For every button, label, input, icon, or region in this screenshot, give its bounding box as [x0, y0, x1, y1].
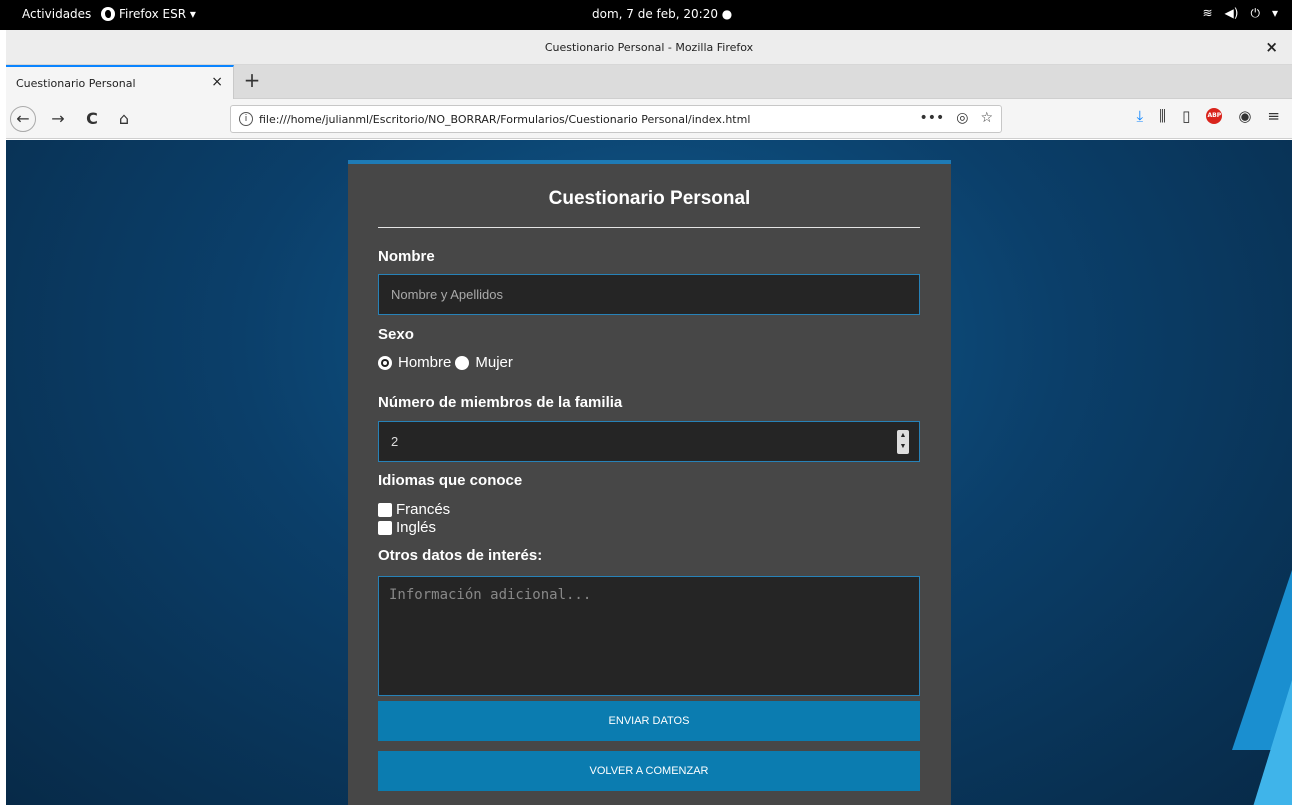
pocket-icon[interactable]: ◎ [956, 110, 968, 126]
radio-hombre[interactable] [378, 355, 392, 370]
radio-mujer-label: Mujer [475, 354, 513, 371]
textarea-placeholder: Información adicional... [389, 587, 592, 603]
sex-label: Sexo [378, 326, 414, 343]
name-placeholder: Nombre y Apellidos [391, 287, 503, 302]
window-titlebar: Cuestionario Personal - Mozilla Firefox … [6, 30, 1292, 65]
window-title: Cuestionario Personal - Mozilla Firefox [544, 41, 754, 54]
account-icon[interactable]: ◉ [1238, 107, 1251, 125]
checkbox-ingles-label: Inglés [396, 519, 437, 536]
hamburger-menu-icon[interactable]: ≡ [1267, 107, 1280, 125]
system-top-bar: Actividades Firefox ESR ▾ dom, 7 de feb,… [0, 0, 1292, 30]
library-icon[interactable]: ⫼ [1159, 107, 1166, 125]
number-spinner[interactable]: ▲ ▼ [897, 430, 909, 454]
tab-strip: Cuestionario Personal × + [6, 65, 1292, 99]
app-menu[interactable]: Firefox ESR ▾ [101, 7, 196, 21]
toolbar-icons: ⤓ ⫼ ▯ ABP ◉ ≡ [1137, 107, 1280, 125]
family-number-input[interactable]: 2 ▲ ▼ [378, 421, 920, 462]
system-tray[interactable]: ≋ ◀) ⏻ ▾ [1202, 6, 1278, 21]
wifi-icon: ≋ [1202, 6, 1213, 20]
page-actions: ••• ◎ ☆ [919, 110, 993, 126]
download-icon[interactable]: ⤓ [1137, 107, 1144, 125]
tab-label: Cuestionario Personal [16, 77, 136, 90]
reset-button[interactable]: VOLVER A COMENZAR [378, 751, 920, 791]
forward-button[interactable]: → [46, 107, 70, 131]
info-icon[interactable]: i [239, 112, 253, 126]
form-title: Cuestionario Personal [548, 188, 751, 209]
additional-info-textarea[interactable]: Información adicional... [378, 576, 920, 696]
window-close-button[interactable]: × [1265, 38, 1278, 56]
radio-mujer[interactable] [455, 355, 470, 370]
tab-close-icon[interactable]: × [211, 74, 223, 90]
radio-hombre-label: Hombre [398, 354, 452, 371]
family-label: Número de miembros de la familia [378, 394, 623, 411]
bookmark-star-icon[interactable]: ☆ [980, 110, 993, 126]
checkbox-frances[interactable] [378, 502, 392, 517]
checkbox-row-ingles: Inglés [378, 519, 436, 536]
submit-button[interactable]: ENVIAR DATOS [378, 701, 920, 741]
power-icon: ⏻ [1250, 6, 1260, 20]
checkbox-ingles[interactable] [378, 520, 392, 535]
checkbox-row-frances: Francés [378, 501, 450, 518]
family-value: 2 [391, 434, 399, 449]
reload-button[interactable]: C [80, 107, 104, 131]
new-tab-button[interactable]: + [240, 69, 264, 93]
page-actions-menu[interactable]: ••• [919, 110, 944, 126]
url-bar[interactable]: i file:///home/julianml/Escritorio/NO_BO… [230, 105, 1002, 133]
app-menu-label: Firefox ESR ▾ [119, 7, 196, 21]
title-divider [378, 227, 920, 228]
name-label: Nombre [378, 248, 435, 265]
languages-label: Idiomas que conoce [378, 472, 523, 489]
clock[interactable]: dom, 7 de feb, 20:20 ● [592, 7, 732, 21]
adblock-icon[interactable]: ABP [1206, 108, 1223, 124]
other-label: Otros datos de interés: [378, 547, 543, 564]
volume-icon: ◀) [1224, 6, 1239, 20]
form-card: Cuestionario Personal Nombre Nombre y Ap… [348, 160, 951, 805]
back-button[interactable]: ← [10, 106, 36, 132]
chevron-down-icon: ▾ [1271, 6, 1278, 20]
sidebar-icon[interactable]: ▯ [1182, 107, 1190, 125]
background-decoration [1252, 680, 1292, 805]
name-input[interactable]: Nombre y Apellidos [378, 274, 920, 315]
firefox-icon [101, 7, 115, 21]
navigation-toolbar: ← → C ⌂ i file:///home/julianml/Escritor… [6, 99, 1292, 139]
checkbox-frances-label: Francés [396, 501, 451, 518]
page-viewport: Cuestionario Personal Nombre Nombre y Ap… [6, 140, 1292, 805]
tab-cuestionario[interactable]: Cuestionario Personal × [6, 65, 234, 99]
url-text[interactable]: file:///home/julianml/Escritorio/NO_BORR… [259, 113, 750, 126]
activities-button[interactable]: Actividades [22, 7, 91, 21]
sex-radio-group: Hombre Mujer [378, 354, 513, 371]
home-button[interactable]: ⌂ [112, 107, 136, 131]
